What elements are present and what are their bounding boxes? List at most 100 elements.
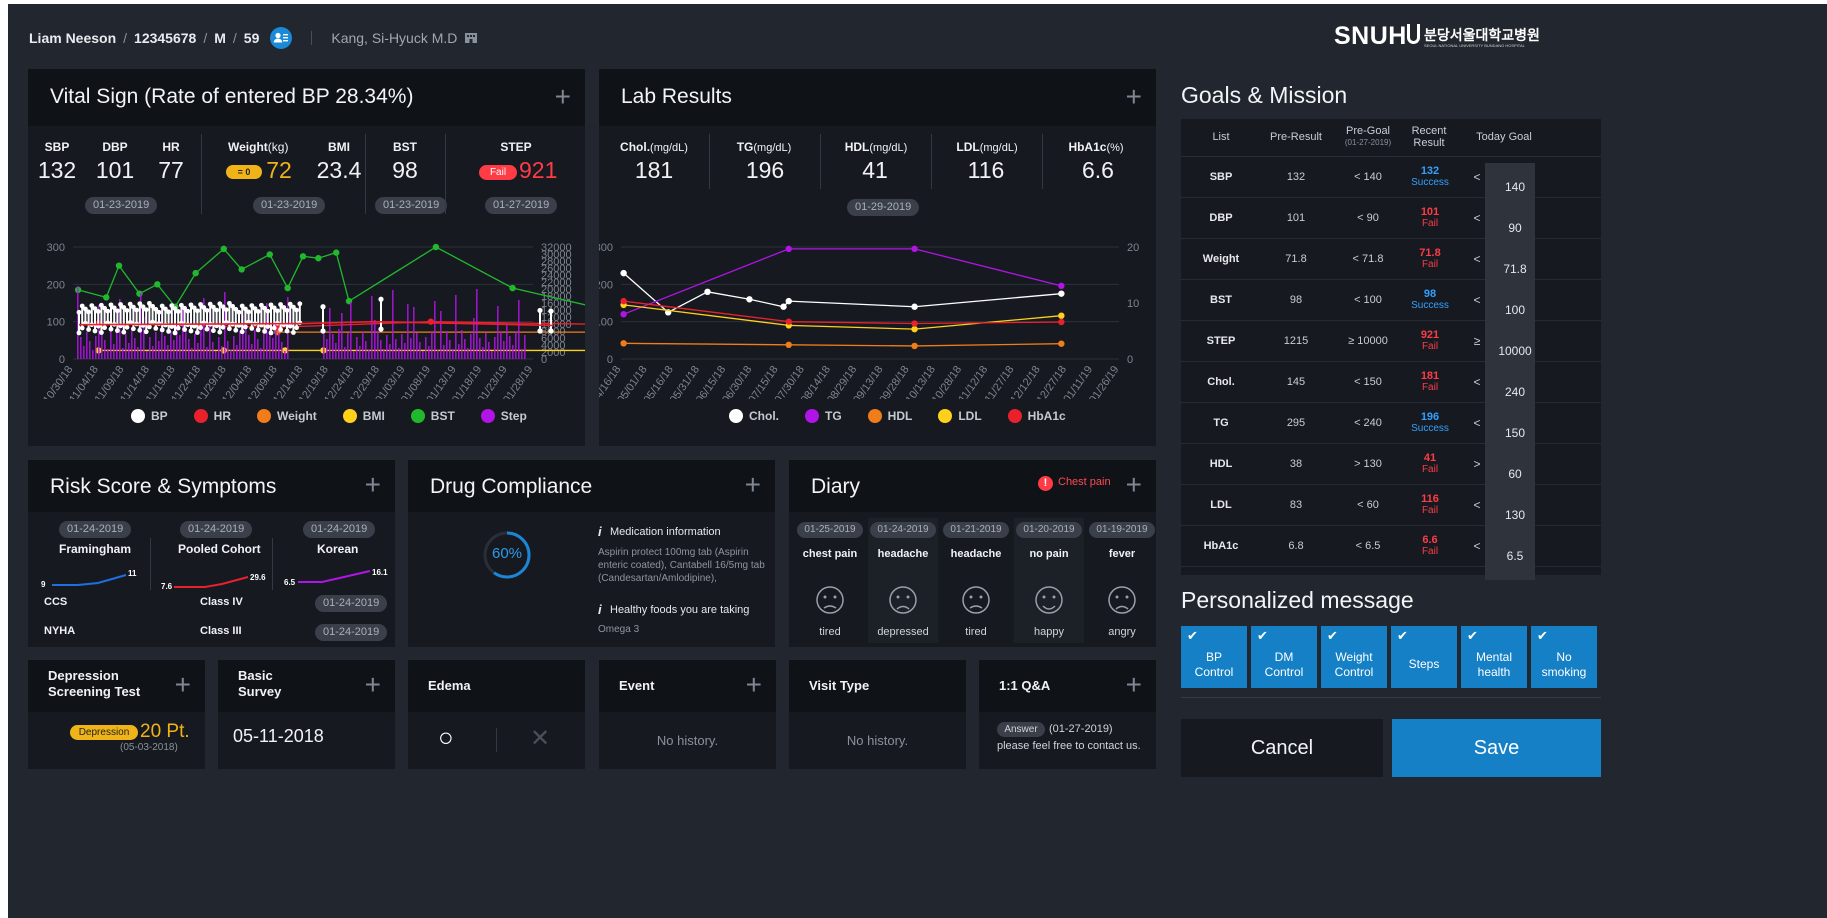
y-right-tick-label: 32000: [541, 242, 572, 254]
bp-point: [131, 326, 136, 332]
bp-point: [265, 308, 271, 314]
lab-unit: (mg/dL): [869, 142, 908, 154]
data-point: [911, 303, 918, 310]
panel-title: Event: [619, 678, 655, 693]
cancel-button[interactable]: Cancel: [1181, 719, 1383, 777]
step-bar: [389, 344, 391, 359]
goal-pre-result: 295: [1286, 417, 1306, 429]
message-no-smoking[interactable]: ✔ No smoking: [1531, 626, 1597, 688]
step-bar: [80, 337, 82, 359]
bp-point: [137, 327, 143, 333]
step-bar: [452, 349, 454, 359]
message-mental-health[interactable]: ✔ Mental health: [1461, 626, 1527, 688]
goal-recent-value: 98: [1423, 288, 1437, 300]
bp-point: [159, 327, 165, 333]
bp-point: [124, 308, 130, 313]
ccs-value: Class IV: [200, 596, 243, 608]
diary-entry[interactable]: 01-20-2019 no pain happy: [1014, 518, 1084, 643]
step-bar: [479, 338, 481, 359]
goal-recent-value: 101: [1420, 206, 1440, 218]
goal-row: DBP 101 < 90 101 Fail <90: [1181, 198, 1601, 252]
message-steps[interactable]: ✔ Steps: [1391, 626, 1457, 688]
goal-row: LDL 83 < 60 116 Fail <130: [1181, 485, 1601, 539]
diary-entry[interactable]: 01-19-2019 fever angry: [1087, 518, 1156, 643]
step-bar: [335, 343, 337, 359]
expand-button[interactable]: +: [365, 465, 381, 505]
expand-button[interactable]: +: [745, 465, 761, 505]
bp-point: [287, 323, 293, 329]
weight-value: 72: [266, 157, 292, 183]
diary-entry[interactable]: 01-25-2019 chest pain tired: [795, 518, 865, 643]
goal-recent-value: 6.6: [1422, 534, 1438, 546]
diary-date: 01-21-2019: [943, 522, 1009, 538]
goal-recent-value: 196: [1420, 411, 1440, 423]
goal-pre-result: 98: [1289, 294, 1303, 306]
bp-point: [195, 330, 200, 335]
patient-card-icon[interactable]: [270, 27, 293, 49]
face-eye: [896, 595, 900, 599]
step-bar: [194, 334, 196, 359]
diary-symptom: chest pain: [802, 548, 858, 560]
goal-pre-goal: > 130: [1354, 458, 1382, 470]
diary-entry[interactable]: 01-21-2019 headache tired: [941, 518, 1011, 643]
diary-mood: happy: [1034, 626, 1064, 638]
edema-yes-option[interactable]: ○: [438, 722, 454, 753]
today-goal-input[interactable]: 6.5: [1485, 532, 1535, 580]
step-fail-badge: Fail: [479, 165, 517, 180]
expand-button[interactable]: +: [1126, 665, 1142, 705]
patient-header: Liam Neeson / 12345678 / M / 59 Kang, Si…: [29, 26, 478, 50]
step-bar: [467, 348, 469, 359]
divider: [150, 538, 151, 590]
diary-mood: angry: [1108, 626, 1136, 638]
diary-date: 01-20-2019: [1016, 522, 1082, 538]
step-bar: [461, 330, 463, 359]
save-button[interactable]: Save: [1392, 719, 1601, 777]
panel-header: Risk Score & Symptoms +: [28, 460, 395, 512]
divider: [1042, 134, 1043, 189]
legend-chol: Chol.: [729, 409, 779, 423]
message-bp-control[interactable]: ✔ BP Control: [1181, 626, 1247, 688]
event-empty: No history.: [656, 733, 719, 748]
doctor-name: Kang, Si-Hyuck M.D: [331, 30, 458, 46]
panel-header: Vital Sign (Rate of entered BP 28.34%) +: [28, 69, 585, 126]
step-bar: [338, 329, 340, 359]
diary-entry[interactable]: 01-24-2019 headache depressed: [868, 518, 938, 643]
face-outline: [1108, 586, 1136, 614]
bp-point: [220, 324, 226, 330]
data-point: [1058, 312, 1065, 319]
panel-title: Drug Compliance: [430, 475, 593, 498]
face-eye: [1125, 595, 1129, 599]
step-bar: [146, 351, 148, 359]
y-tick-label: 200: [599, 279, 613, 291]
expand-button[interactable]: +: [1126, 77, 1142, 117]
goal-operator: >: [1473, 457, 1481, 471]
col-list: List: [1212, 131, 1230, 143]
framingham-to: 11: [128, 569, 137, 578]
expand-button[interactable]: +: [555, 77, 571, 117]
series-line: [77, 246, 585, 308]
expand-button[interactable]: +: [175, 665, 191, 705]
edema-no-option[interactable]: ✕: [530, 724, 550, 753]
step-bar: [356, 337, 358, 359]
goal-pre-result: 6.8: [1288, 540, 1304, 552]
expand-button[interactable]: +: [746, 665, 762, 705]
bp-point: [204, 326, 210, 332]
panel-header: Edema: [408, 660, 585, 712]
data-point: [911, 342, 918, 350]
step-bar: [116, 330, 118, 359]
bp-point: [236, 309, 242, 315]
step-bar: [383, 349, 385, 359]
step-bar: [494, 337, 496, 359]
step-bar: [500, 332, 502, 359]
personalized-options: ✔ BP Control ✔ DM Control ✔ Weight Control …: [1181, 626, 1601, 688]
goal-pre-goal: < 90: [1357, 212, 1379, 224]
goal-recent-value: 132: [1420, 165, 1440, 177]
weight-date: 01-23-2019: [253, 197, 326, 214]
message-weight-control[interactable]: ✔ Weight Control: [1321, 626, 1387, 688]
step-bar: [413, 307, 415, 359]
pooled-label: Pooled Cohort: [178, 542, 261, 556]
expand-button[interactable]: +: [365, 665, 381, 705]
step-bar: [458, 344, 460, 359]
bst-value: 98: [392, 157, 418, 183]
message-dm-control[interactable]: ✔ DM Control: [1251, 626, 1317, 688]
